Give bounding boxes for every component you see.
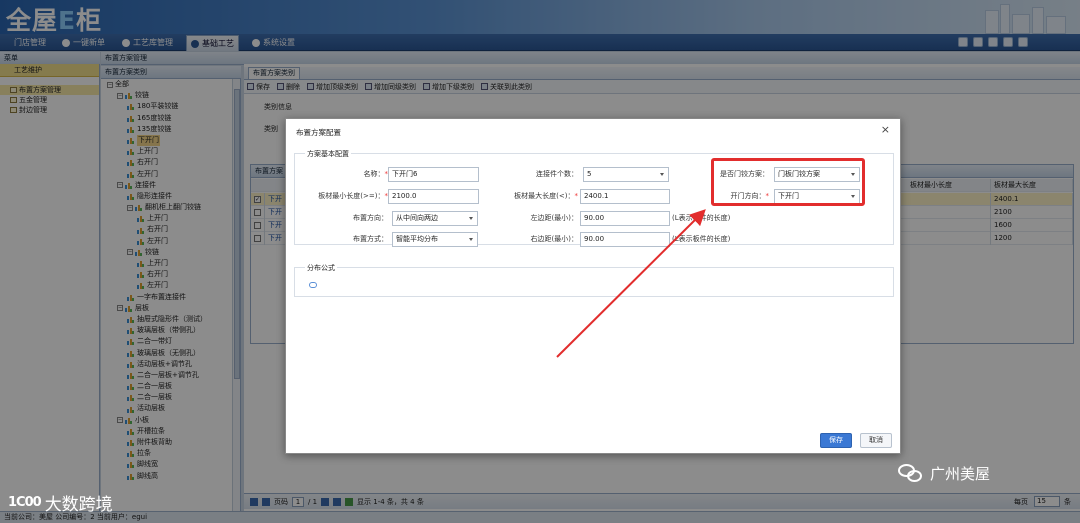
watermark-left-text: 大数跨境 — [44, 495, 113, 515]
watermark-right-text: 广州美屋 — [930, 465, 991, 483]
watermark-left: 1C00 大数跨境 — [8, 490, 113, 515]
watermark-right: 广州美屋 — [898, 463, 990, 484]
wechat-icon — [898, 463, 924, 484]
annotation-arrow — [556, 209, 706, 358]
arrow-line — [556, 209, 706, 358]
watermark-left-logo: 1C00 — [8, 495, 42, 510]
